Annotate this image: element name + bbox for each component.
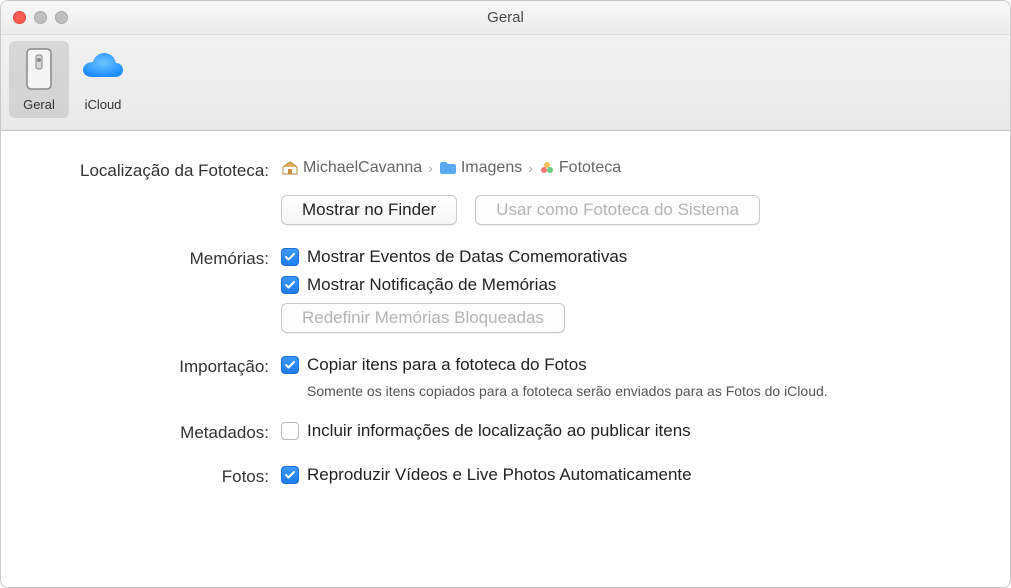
home-icon: [281, 160, 299, 176]
icloud-icon: [79, 45, 127, 93]
breadcrumb-item-label: Fototeca: [559, 159, 621, 177]
show-holiday-events-label[interactable]: Mostrar Eventos de Datas Comemorativas: [307, 247, 627, 267]
autoplay-label[interactable]: Reproduzir Vídeos e Live Photos Automati…: [307, 465, 692, 485]
import-label: Importação:: [31, 355, 281, 377]
photos-label: Fotos:: [31, 465, 281, 487]
breadcrumb-item-library[interactable]: Fototeca: [539, 159, 621, 177]
library-location-breadcrumb: MichaelCavanna › Imagens ›: [281, 159, 980, 177]
library-location-label: Localização da Fototeca:: [31, 159, 281, 181]
breadcrumb-item-home[interactable]: MichaelCavanna: [281, 159, 422, 177]
photos-library-icon: [539, 160, 555, 176]
memories-label: Memórias:: [31, 247, 281, 269]
include-location-label[interactable]: Incluir informações de localização ao pu…: [307, 421, 691, 441]
tab-icloud-label: iCloud: [85, 97, 122, 112]
breadcrumb-item-label: Imagens: [461, 159, 522, 177]
show-memories-notification-label[interactable]: Mostrar Notificação de Memórias: [307, 275, 556, 295]
preferences-toolbar: Geral iCloud: [1, 35, 1010, 131]
copy-items-label[interactable]: Copiar itens para a fototeca do Fotos: [307, 355, 587, 375]
tab-general-label: Geral: [23, 97, 55, 112]
copy-items-checkbox[interactable]: [281, 356, 299, 374]
folder-icon: [439, 161, 457, 175]
chevron-right-icon: ›: [528, 160, 533, 176]
breadcrumb-item-images[interactable]: Imagens: [439, 159, 522, 177]
titlebar[interactable]: Geral: [1, 1, 1010, 35]
include-location-checkbox[interactable]: [281, 422, 299, 440]
show-in-finder-button[interactable]: Mostrar no Finder: [281, 195, 457, 225]
reset-blocked-memories-button: Redefinir Memórias Bloqueadas: [281, 303, 565, 333]
autoplay-checkbox[interactable]: [281, 466, 299, 484]
use-as-system-library-button: Usar como Fototeca do Sistema: [475, 195, 760, 225]
show-holiday-events-checkbox[interactable]: [281, 248, 299, 266]
window-title: Geral: [1, 9, 1010, 26]
show-memories-notification-checkbox[interactable]: [281, 276, 299, 294]
breadcrumb-item-label: MichaelCavanna: [303, 159, 422, 177]
copy-items-subtext: Somente os itens copiados para a fototec…: [307, 383, 980, 399]
metadata-label: Metadados:: [31, 421, 281, 443]
content-area: Localização da Fototeca: MichaelCavanna …: [1, 131, 1010, 587]
preferences-window: Geral Geral: [0, 0, 1011, 588]
general-icon: [15, 45, 63, 93]
tab-general[interactable]: Geral: [9, 41, 69, 118]
tab-icloud[interactable]: iCloud: [73, 41, 133, 118]
chevron-right-icon: ›: [428, 160, 433, 176]
